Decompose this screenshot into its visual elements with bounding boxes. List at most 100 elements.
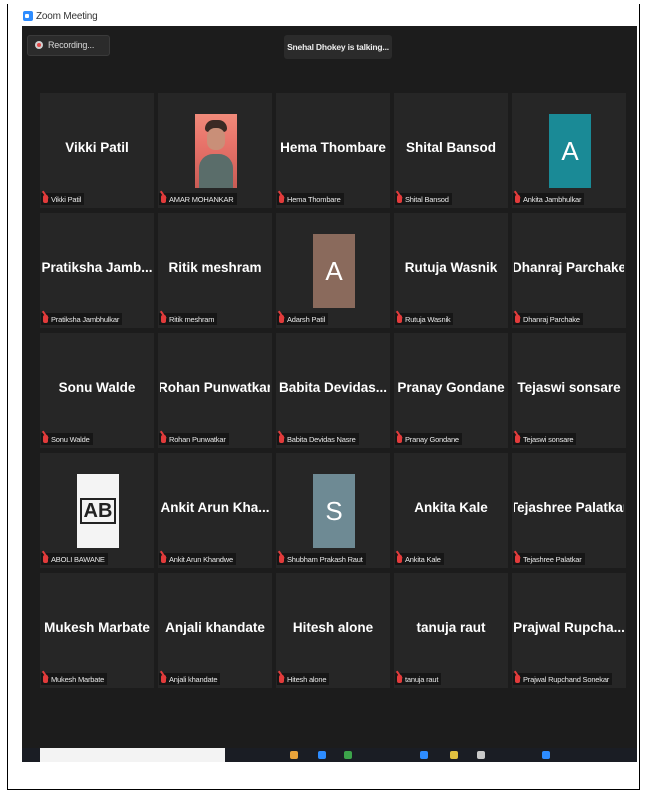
participant-name-tag: Ankit Arun Khandwe — [159, 553, 236, 565]
participant-tile[interactable]: tanuja raut tanuja raut — [394, 573, 508, 688]
participant-tile[interactable]: A Adarsh Patil — [276, 213, 390, 328]
participant-letter-avatar: S — [313, 474, 355, 548]
muted-mic-icon — [43, 195, 48, 203]
participant-name-label: Hema Thombare — [287, 194, 341, 204]
participant-display-name: Tejashree Palatkar — [514, 499, 624, 515]
participant-tile[interactable]: Mukesh Marbate Mukesh Marbate — [40, 573, 154, 688]
app-icon[interactable] — [477, 751, 485, 759]
participant-tile[interactable]: Hitesh alone Hitesh alone — [276, 573, 390, 688]
edge-icon[interactable] — [318, 751, 326, 759]
participant-tile[interactable]: Prajwal Rupcha... Prajwal Rupchand Soneka… — [512, 573, 626, 688]
muted-mic-icon — [397, 195, 402, 203]
taskbar-search-box[interactable] — [40, 748, 225, 762]
participant-display-name: Pratiksha Jamb... — [42, 259, 152, 275]
participant-display-name: Shital Bansod — [405, 139, 496, 155]
participant-letter-avatar: A — [549, 114, 591, 188]
app-icon[interactable] — [420, 751, 428, 759]
participant-name-tag: Ankita Jambhulkar — [513, 193, 585, 205]
participant-display-name: tanuja raut — [416, 619, 486, 635]
app-icon[interactable] — [450, 751, 458, 759]
participant-tile[interactable]: S Shubham Prakash Raut — [276, 453, 390, 568]
muted-mic-icon — [279, 315, 284, 323]
participant-name-tag: Shital Bansod — [395, 193, 452, 205]
muted-mic-icon — [515, 435, 520, 443]
record-icon — [35, 41, 43, 49]
participant-name-label: Shubham Prakash Raut — [287, 554, 363, 564]
participant-display-name: Tejaswi sonsare — [517, 379, 621, 395]
muted-mic-icon — [43, 435, 48, 443]
participant-name-label: Rohan Punwatkar — [169, 434, 226, 444]
participant-photo-avatar — [195, 114, 237, 188]
participant-name-tag: Tejaswi sonsare — [513, 433, 577, 445]
participant-display-name: Dhanraj Parchake — [514, 259, 624, 275]
participant-tile[interactable]: A Ankita Jambhulkar — [512, 93, 626, 208]
zoom-taskbar-icon[interactable] — [542, 751, 550, 759]
participant-name-tag: Dhanraj Parchake — [513, 313, 583, 325]
participant-tile[interactable]: Anjali khandate Anjali khandate — [158, 573, 272, 688]
participant-name-tag: Rohan Punwatkar — [159, 433, 229, 445]
participant-name-label: Tejaswi sonsare — [523, 434, 574, 444]
participant-name-label: Pranay Gondane — [405, 434, 459, 444]
muted-mic-icon — [397, 315, 402, 323]
participant-name-label: Babita Devidas Nasre — [287, 434, 356, 444]
participant-tile[interactable]: Pranay Gondane Pranay Gondane — [394, 333, 508, 448]
participant-name-label: Rutuja Wasnik — [405, 314, 451, 324]
participant-display-name: Mukesh Marbate — [44, 619, 150, 635]
participant-name-tag: Ritik meshram — [159, 313, 218, 325]
participant-name-label: Prajwal Rupchand Sonekar — [523, 674, 610, 684]
muted-mic-icon — [515, 555, 520, 563]
participant-name-label: Ritik meshram — [169, 314, 215, 324]
participant-tile[interactable]: Hema Thombare Hema Thombare — [276, 93, 390, 208]
participant-tile[interactable]: Vikki Patil Vikki Patil — [40, 93, 154, 208]
participant-name-tag: Babita Devidas Nasre — [277, 433, 359, 445]
participant-tile[interactable]: Tejaswi sonsare Tejaswi sonsare — [512, 333, 626, 448]
participant-name-tag: Mukesh Marbate — [41, 673, 108, 685]
participant-name-tag: Sonu Walde — [41, 433, 93, 445]
participant-tile[interactable]: AMAR MOHANKAR — [158, 93, 272, 208]
participant-name-label: Sonu Walde — [51, 434, 90, 444]
participant-display-name: Pranay Gondane — [397, 379, 505, 395]
muted-mic-icon — [161, 315, 166, 323]
participant-display-name: Sonu Walde — [58, 379, 136, 395]
windows-taskbar — [22, 748, 637, 762]
participant-name-tag: Tejashree Palatkar — [513, 553, 585, 565]
participant-display-name: Rutuja Wasnik — [404, 259, 498, 275]
participant-name-label: Hitesh alone — [287, 674, 327, 684]
app-icon[interactable] — [344, 751, 352, 759]
participant-tile[interactable]: Tejashree Palatkar Tejashree Palatkar — [512, 453, 626, 568]
participant-name-label: Anjali khandate — [169, 674, 218, 684]
participant-tile[interactable]: Ankit Arun Kha... Ankit Arun Khandwe — [158, 453, 272, 568]
participant-tile[interactable]: Sonu Walde Sonu Walde — [40, 333, 154, 448]
participant-name-tag: Pratiksha Jambhulkar — [41, 313, 123, 325]
participant-display-name: Ankita Kale — [414, 499, 488, 515]
muted-mic-icon — [161, 195, 166, 203]
participant-tile[interactable]: Shital Bansod Shital Bansod — [394, 93, 508, 208]
muted-mic-icon — [279, 195, 284, 203]
participant-name-label: ABOLI BAWANE — [51, 554, 105, 564]
participant-name-tag: ABOLI BAWANE — [41, 553, 108, 565]
file-explorer-icon[interactable] — [290, 751, 298, 759]
muted-mic-icon — [397, 675, 402, 683]
participant-name-tag: Adarsh Patil — [277, 313, 329, 325]
muted-mic-icon — [515, 315, 520, 323]
participant-name-label: Vikki Patil — [51, 194, 82, 204]
participant-tile[interactable]: Ankita Kale Ankita Kale — [394, 453, 508, 568]
participant-logo-avatar: AB — [77, 474, 119, 548]
participant-display-name: Ankit Arun Kha... — [160, 499, 270, 515]
participant-letter-avatar: A — [313, 234, 355, 308]
muted-mic-icon — [161, 555, 166, 563]
participant-tile[interactable]: Dhanraj Parchake Dhanraj Parchake — [512, 213, 626, 328]
participant-name-tag: Rutuja Wasnik — [395, 313, 454, 325]
recording-indicator[interactable]: Recording... — [27, 35, 110, 56]
participant-tile[interactable]: Rohan Punwatkar Rohan Punwatkar — [158, 333, 272, 448]
muted-mic-icon — [43, 675, 48, 683]
participant-tile[interactable]: Ritik meshram Ritik meshram — [158, 213, 272, 328]
participant-display-name: Anjali khandate — [165, 619, 265, 635]
title-bar: Zoom Meeting — [22, 9, 637, 26]
participant-tile[interactable]: Pratiksha Jamb... Pratiksha Jambhulkar — [40, 213, 154, 328]
participant-tile[interactable]: Babita Devidas... Babita Devidas Nasre — [276, 333, 390, 448]
participant-display-name: Hitesh alone — [292, 619, 374, 635]
participant-name-label: Ankit Arun Khandwe — [169, 554, 233, 564]
participant-tile[interactable]: Rutuja Wasnik Rutuja Wasnik — [394, 213, 508, 328]
participant-tile[interactable]: AB ABOLI BAWANE — [40, 453, 154, 568]
